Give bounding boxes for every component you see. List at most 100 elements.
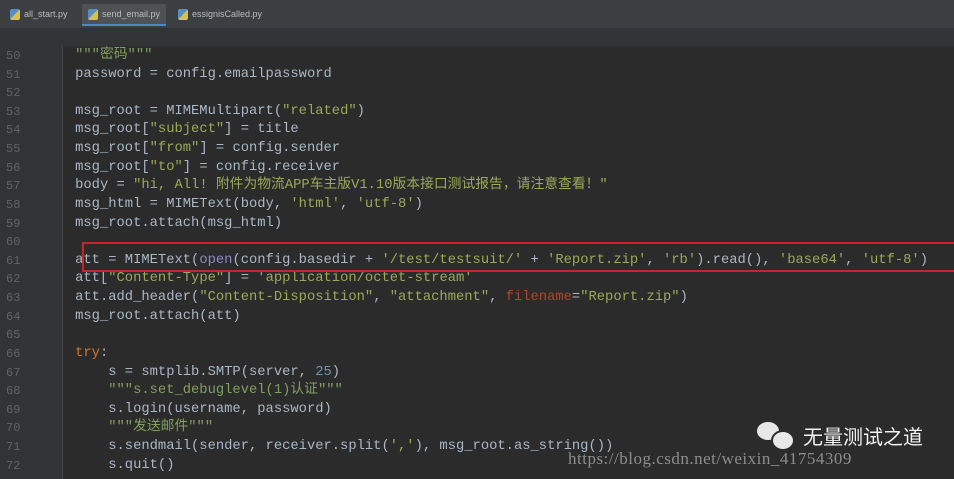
code-text: """发送邮件""" [42, 419, 213, 438]
code-text: s.quit() [42, 457, 174, 476]
code-token: ] = [224, 271, 258, 287]
code-token: s.login(username, password) [42, 401, 332, 417]
line-number: 71 [6, 440, 21, 455]
line-number: 67 [6, 365, 21, 380]
code-text: """密码""" [42, 47, 152, 66]
code-token: s.sendmail(sender, receiver.split( [42, 439, 390, 455]
code-token: try [42, 345, 100, 361]
code-line: 66 try: [0, 345, 954, 364]
code-text: att["Content-Type"] = 'application/octet… [42, 270, 473, 289]
code-token: filename [505, 290, 572, 306]
code-text: msg_root["to"] = config.receiver [42, 159, 340, 178]
code-line: 62 att["Content-Type"] = 'application/oc… [0, 270, 954, 289]
tab-send_email-py[interactable]: send_email.py [82, 4, 167, 26]
line-number: 64 [6, 309, 21, 324]
code-text: msg_root["subject"] = title [42, 121, 299, 140]
line-number: 50 [6, 49, 21, 63]
code-line: 64 msg_root.attach(att) [0, 308, 954, 327]
code-token: "attachment" [389, 290, 490, 306]
tab-label: essignisCalled.py [192, 9, 263, 19]
code-line: 52 [0, 84, 954, 103]
code-token: att.add_header( [42, 290, 200, 306]
tab-all_start-py[interactable]: all_start.py [4, 4, 74, 24]
line-number: 53 [6, 104, 21, 119]
code-token: 'application/octet-stream' [257, 271, 473, 287]
code-line: 67 s = smtplib.SMTP(server, 25) [0, 364, 954, 383]
line-number: 61 [6, 253, 21, 268]
line-number: 68 [6, 384, 21, 399]
code-token: , [373, 290, 390, 306]
code-line: 50 """密码""" [0, 47, 954, 66]
watermark: 无量测试之道 [755, 420, 923, 451]
code-token: ) [414, 196, 423, 212]
editor-tab-bar: all_start.py send_email.py essignisCalled.… [0, 0, 954, 28]
python-file-icon [178, 8, 188, 20]
line-number: 70 [6, 421, 21, 436]
code-token: """密码""" [42, 48, 153, 63]
code-line: 51 password = config.emailpassword [0, 66, 954, 85]
code-token: ) [679, 290, 688, 306]
code-line: 56 msg_root["to"] = config.receiver [0, 159, 954, 178]
code-token: password = config.emailpassword [42, 66, 332, 82]
line-number: 65 [6, 328, 21, 343]
code-token: 'utf-8' [356, 196, 415, 212]
code-text: password = config.emailpassword [42, 66, 332, 85]
code-text: msg_html = MIMEText(body, 'html', 'utf-8… [42, 196, 423, 215]
line-number: 66 [6, 346, 21, 361]
code-token: msg_root.attach(att) [42, 308, 241, 324]
code-token: 'html' [290, 196, 341, 212]
tab-essignisCalled-py[interactable]: essignisCalled.py [172, 4, 268, 24]
code-token: ',' [389, 439, 415, 455]
code-line: 65 [0, 326, 954, 345]
tab-label: all_start.py [24, 9, 68, 19]
code-token: att[ [42, 271, 109, 287]
line-number: 55 [6, 142, 21, 157]
line-number: 60 [6, 235, 21, 250]
code-token: ) [356, 103, 365, 119]
highlight-box [82, 242, 954, 272]
line-number: 58 [6, 197, 21, 212]
code-token: msg_root[ [42, 159, 150, 175]
python-file-icon [88, 8, 98, 20]
line-number: 51 [6, 67, 21, 82]
code-line: 63 att.add_header("Content-Disposition",… [0, 289, 954, 308]
line-number: 69 [6, 402, 21, 417]
line-number: 59 [6, 216, 21, 231]
code-text: msg_root.attach(att) [42, 308, 241, 327]
code-text: try: [42, 345, 108, 364]
code-text: msg_root["from"] = config.sender [42, 140, 340, 159]
code-token: "related" [282, 103, 357, 119]
code-token: msg_root.attach(msg_html) [42, 215, 283, 231]
code-line: 55 msg_root["from"] = config.sender [0, 140, 954, 159]
code-token: ] = title [224, 122, 299, 138]
watermark-name: 无量测试之道 [803, 424, 923, 449]
code-token: "Content-Disposition" [199, 290, 374, 306]
code-token: ] = config.receiver [182, 159, 341, 175]
code-token: msg_root = MIMEMultipart( [42, 103, 283, 119]
code-token: msg_root[ [42, 122, 150, 138]
code-token: """s.set_debuglevel(1)认证""" [42, 383, 343, 399]
code-token: "Report.zip" [580, 290, 680, 306]
code-line: 58 msg_html = MIMEText(body, 'html', 'ut… [0, 196, 954, 215]
code-text: """s.set_debuglevel(1)认证""" [42, 382, 343, 401]
code-token: """发送邮件""" [42, 420, 214, 436]
code-text: msg_root.attach(msg_html) [42, 215, 282, 234]
code-token: 25 [315, 364, 332, 380]
code-token: "from" [149, 141, 200, 157]
line-number: 72 [6, 458, 21, 473]
line-number: 57 [6, 179, 21, 194]
line-number: 62 [6, 272, 21, 287]
code-text: msg_root = MIMEMultipart("related") [42, 103, 365, 122]
code-line: 68 """s.set_debuglevel(1)认证""" [0, 382, 954, 401]
code-token: s.quit() [42, 457, 175, 473]
code-line: 69 s.login(username, password) [0, 401, 954, 420]
line-number: 63 [6, 291, 21, 306]
watermark-url: https://blog.csdn.net/weixin_41754309 [568, 449, 852, 468]
code-token: : [99, 345, 109, 361]
code-token: s = smtplib.SMTP(server, [42, 364, 316, 380]
code-line: 57 body = "hi, All! 附件为物流APP车主版V1.10版本接口… [0, 177, 954, 196]
code-token: "hi, All! 附件为物流APP车主版V1.10版本接口测试报告，请注意查看… [133, 178, 608, 194]
code-text: s = smtplib.SMTP(server, 25) [42, 364, 340, 383]
line-number: 52 [6, 86, 21, 101]
python-file-icon [10, 8, 20, 20]
